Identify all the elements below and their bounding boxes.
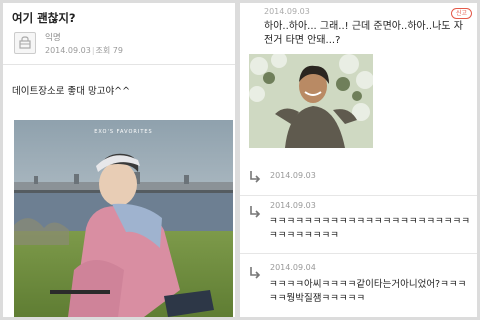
reply-arrow-icon [248, 204, 262, 218]
post-author[interactable]: 익명 [45, 31, 61, 43]
reply-item: 2014.09.03 ㅋㅋㅋㅋㅋㅋㅋㅋㅋㅋㅋㅋㅋㅋㅋㅋㅋㅋㅋㅋㅋㅋㅋㅋㅋㅋㅋㅋㅋ… [240, 195, 477, 250]
post-meta: 2014.09.03|조회 79 [45, 45, 123, 56]
comment-photo[interactable] [249, 54, 373, 148]
reply-text: ㅋㅋㅋㅋㅋㅋㅋㅋㅋㅋㅋㅋㅋㅋㅋㅋㅋㅋㅋㅋㅋㅋㅋㅋㅋㅋㅋㅋㅋㅋㅋ [269, 216, 471, 241]
photo-caption: EXO'S FAVORITES [94, 129, 153, 135]
post-panel: 여기 괜찮지? 익명 2014.09.03|조회 79 데이트장소로 좋대 망고… [3, 3, 235, 317]
meta-separator: | [91, 46, 95, 55]
comments-panel: 2014.09.03 신고 하아..하아... 그래..! 근데 준면아..하아… [240, 3, 477, 317]
report-button[interactable]: 신고 [450, 8, 472, 19]
reply-item: 2014.09.03 [240, 169, 477, 186]
reply-date: 2014.09.03 [270, 171, 316, 180]
reply-date: 2014.09.04 [270, 263, 316, 272]
comment-item: 2014.09.03 신고 하아..하아... 그래..! 근데 준면아..하아… [240, 3, 477, 185]
comment-text: 하아..하아... 그래..! 근데 준면아..하아..나도 자전거 타면 안돼… [264, 21, 463, 46]
comment-date: 2014.09.03 [264, 7, 310, 16]
post-photo[interactable]: EXO'S FAVORITES [14, 120, 233, 317]
reply-date: 2014.09.03 [270, 201, 316, 210]
reply-arrow-icon [248, 265, 262, 279]
reply-item: 2014.09.04 ㅋㅋㅋㅋ아씨ㅋㅋㅋㅋ같이타는거아니었어?ㅋㅋㅋㅋㅋ뭥박질잼… [240, 253, 477, 317]
post-date: 2014.09.03 [45, 46, 91, 55]
post-body: 데이트장소로 좋대 망고야^^ [12, 86, 131, 97]
post-header: 여기 괜찮지? 익명 2014.09.03|조회 79 [3, 3, 235, 65]
reply-text: ㅋㅋㅋㅋ아씨ㅋㅋㅋㅋ같이타는거아니었어?ㅋㅋㅋㅋㅋ뭥박질잼ㅋㅋㅋㅋㅋ [269, 279, 467, 304]
user-placeholder-icon[interactable] [14, 32, 36, 54]
post-title: 여기 괜찮지? [12, 11, 76, 25]
reply-arrow-icon [248, 169, 262, 183]
post-views: 조회 79 [95, 46, 123, 55]
